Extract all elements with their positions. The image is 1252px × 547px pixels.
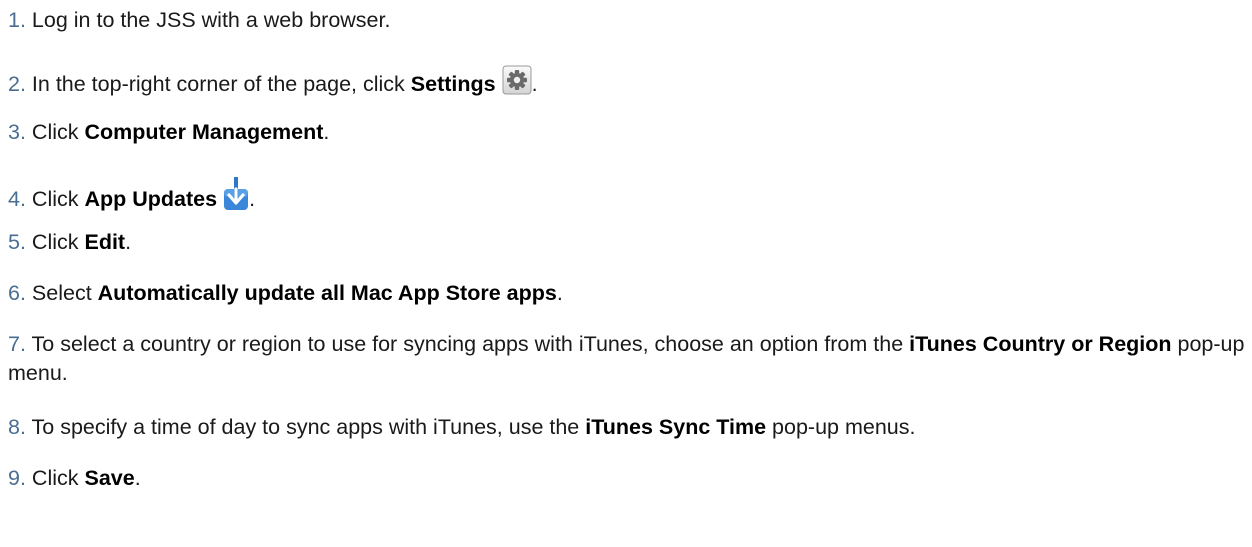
itunes-country-label: iTunes Country or Region [909,332,1172,356]
step-number: 2. [8,72,26,96]
step-text: Select [31,281,98,305]
step-text: Click [31,187,85,211]
computer-management-label: Computer Management [84,120,324,144]
save-label: Save [84,466,135,490]
step-text: To specify a time of day to sync apps wi… [31,415,586,439]
step-4: 4. Click App Updates . [8,177,255,214]
step-number: 3. [8,120,26,144]
step-3: 3. Click Computer Management. [8,118,329,147]
app-updates-label: App Updates [84,187,218,211]
step-number: 9. [8,466,26,490]
step-text-end: . [125,230,132,254]
step-text-end: . [556,281,563,305]
auto-update-label: Automatically update all Mac App Store a… [97,281,557,305]
step-text-end: pop-up menus. [766,415,916,439]
step-number: 6. [8,281,26,305]
step-number: 7. [8,332,26,356]
step-7: 7. To select a country or region to use … [8,330,1248,388]
step-number: 4. [8,187,26,211]
edit-label: Edit [84,230,126,254]
step-number: 5. [8,230,26,254]
step-text-end: . [531,72,538,96]
gear-icon [502,65,532,95]
step-number: 1. [8,8,26,32]
step-text-end: . [323,120,330,144]
step-text: In the top-right corner of the page, cli… [31,72,411,96]
download-arrow-icon [223,177,249,211]
settings-label: Settings [410,72,496,96]
step-text: Click [31,230,85,254]
step-text: Click [31,120,85,144]
step-number: 8. [8,415,26,439]
itunes-sync-time-label: iTunes Sync Time [585,415,767,439]
step-5: 5. Click Edit. [8,228,131,257]
step-text: Log in to the JSS with a web browser. [31,8,391,32]
step-text-end: . [134,466,141,490]
step-text: To select a country or region to use for… [31,332,910,356]
step-8: 8. To specify a time of day to sync apps… [8,413,915,442]
step-2: 2. In the top-right corner of the page, … [8,65,538,99]
step-1: 1. Log in to the JSS with a web browser. [8,6,390,35]
step-6: 6. Select Automatically update all Mac A… [8,279,563,308]
step-text: Click [31,466,85,490]
step-text-end: . [249,187,256,211]
step-9: 9. Click Save. [8,464,141,493]
